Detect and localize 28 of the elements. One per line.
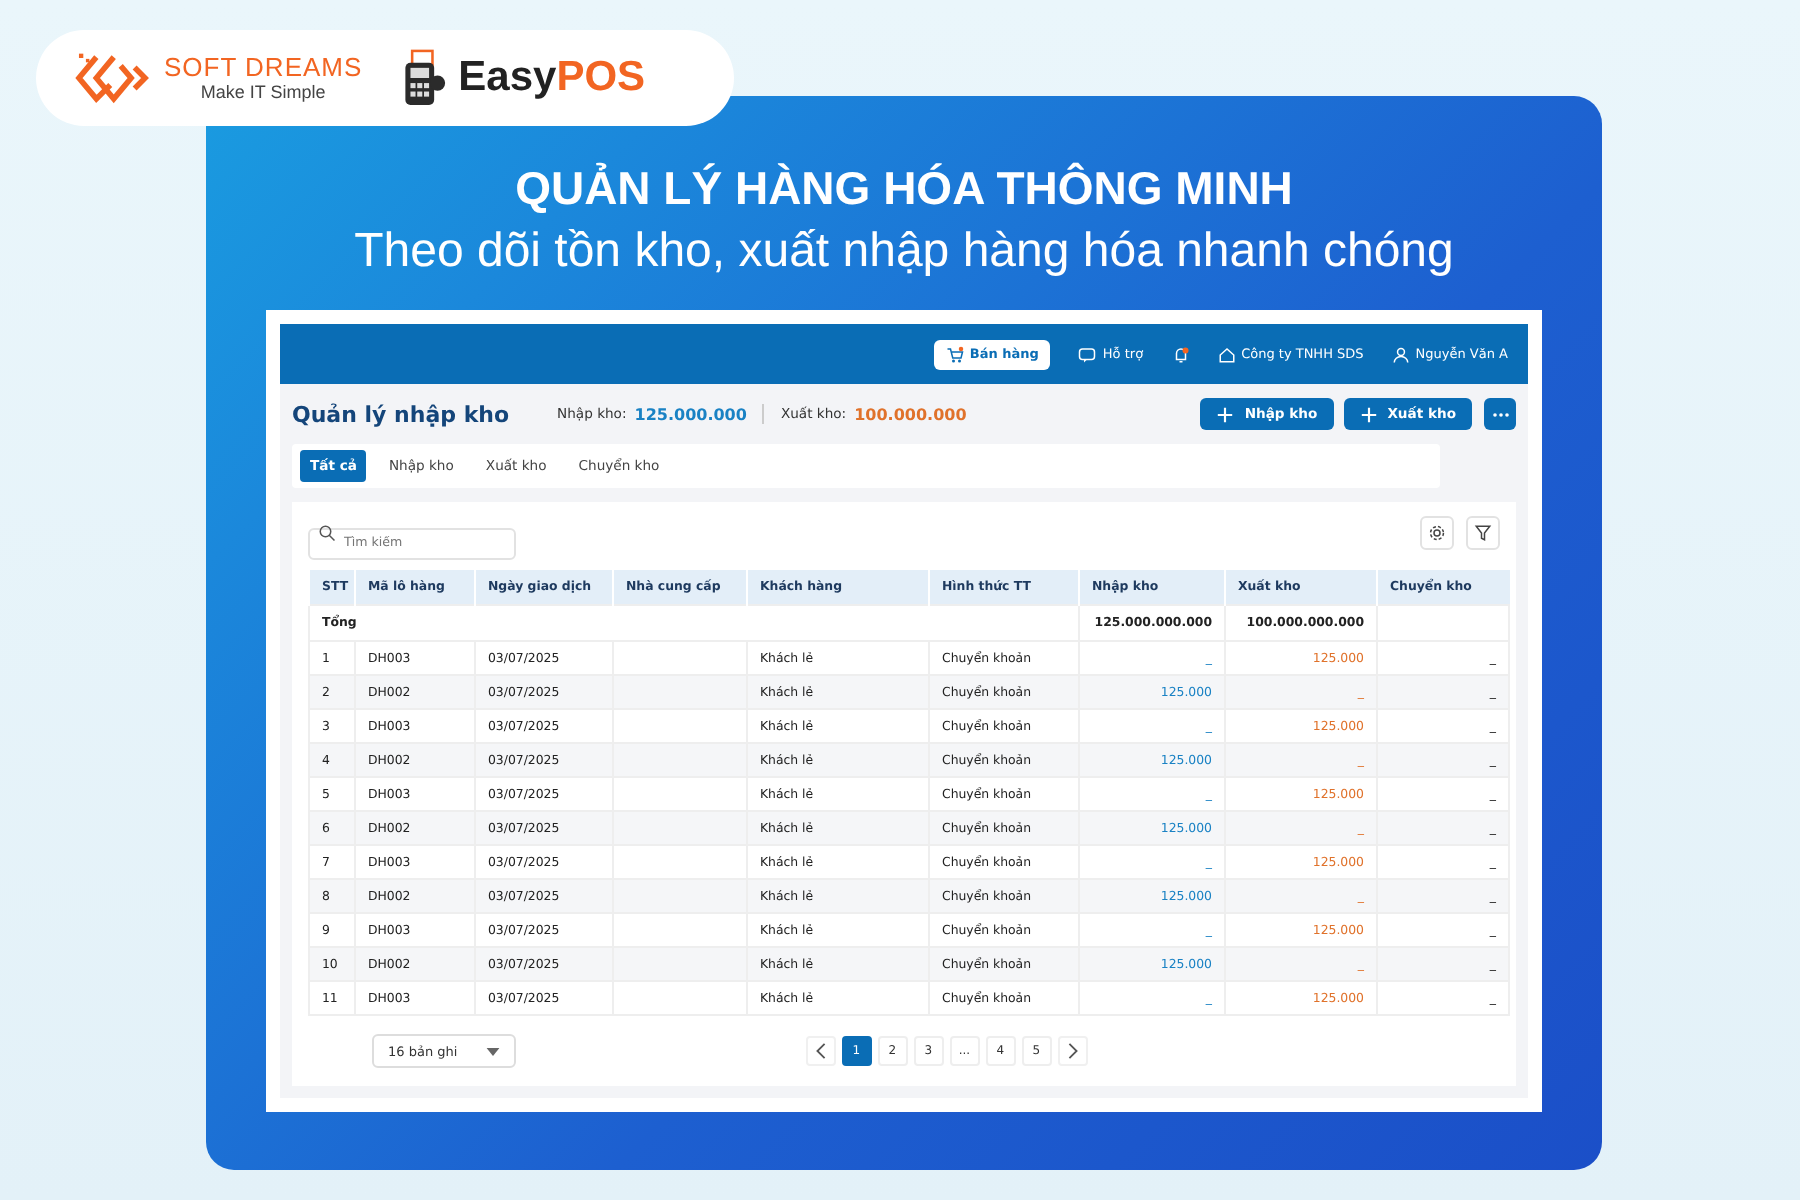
user-icon bbox=[1391, 345, 1410, 363]
stat-value: 100.000.000 bbox=[854, 405, 967, 423]
caret-icon bbox=[485, 1047, 500, 1055]
chevron-left-icon bbox=[811, 1042, 830, 1060]
settings-button[interactable] bbox=[1420, 515, 1454, 549]
bell-icon[interactable] bbox=[1171, 345, 1190, 363]
headline: QUẢN LÝ HÀNG HÓA THÔNG MINH bbox=[515, 162, 1293, 214]
filter-icon bbox=[1474, 523, 1492, 541]
pos-terminal-icon bbox=[402, 48, 447, 108]
brand-name: SOFT DREAMS bbox=[164, 53, 363, 81]
chat-icon bbox=[1078, 345, 1097, 363]
cart-icon bbox=[945, 345, 964, 363]
more-button[interactable] bbox=[1484, 398, 1516, 430]
page-title: Quản lý nhập kho bbox=[292, 401, 510, 427]
settings-icon bbox=[1428, 523, 1446, 541]
brand-name: EasyPOS bbox=[458, 54, 646, 102]
chevron-right-icon bbox=[1063, 1042, 1082, 1060]
next-page-button[interactable] bbox=[1057, 1036, 1088, 1066]
plus-icon bbox=[1216, 405, 1235, 423]
soft-dreams-logo-icon bbox=[72, 50, 152, 106]
home-icon bbox=[1217, 345, 1236, 363]
stat-value: 125.000.000 bbox=[634, 405, 747, 423]
subheadline: Theo dõi tồn kho, xuất nhập hàng hóa nhanh chóng bbox=[354, 222, 1454, 282]
filter-button[interactable] bbox=[1466, 515, 1500, 549]
search-icon bbox=[318, 523, 336, 541]
plus-icon bbox=[1359, 405, 1378, 423]
brand-tagline: Make IT Simple bbox=[200, 81, 326, 103]
previous-page-button[interactable] bbox=[805, 1036, 836, 1066]
